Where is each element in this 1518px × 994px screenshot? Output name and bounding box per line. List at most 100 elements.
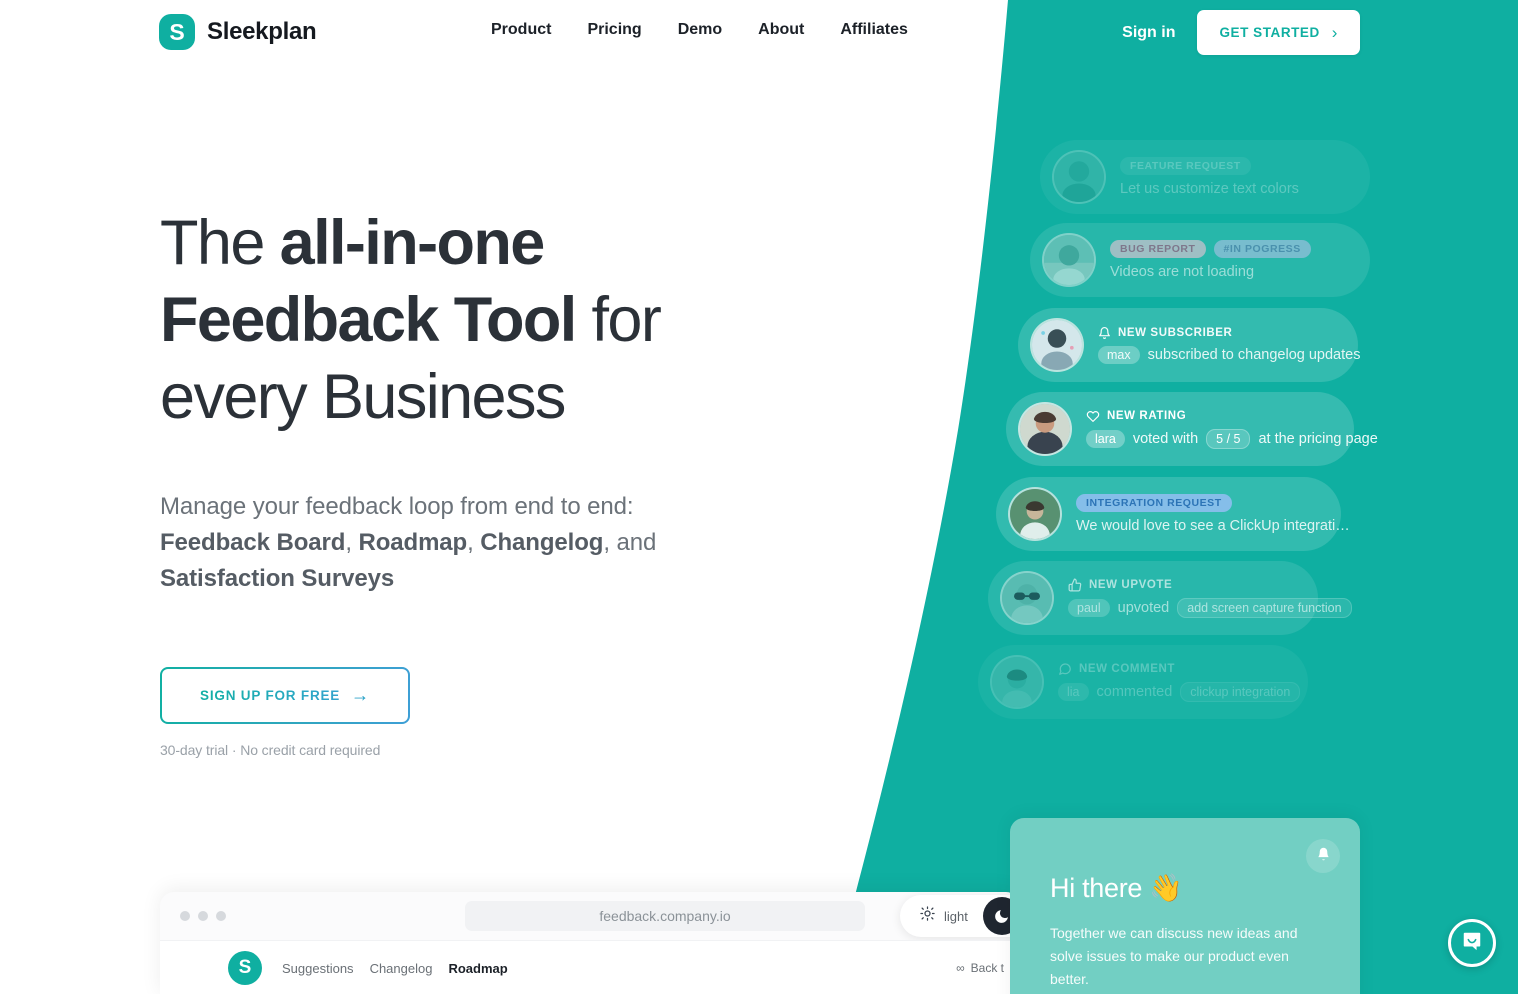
subtitle-sep-1: ,: [345, 529, 359, 556]
address-bar[interactable]: feedback.company.io: [465, 901, 865, 931]
message-post: at the pricing page: [1258, 430, 1378, 447]
window-controls: [180, 911, 226, 921]
nav-link-pricing[interactable]: Pricing: [587, 21, 641, 39]
event-label: NEW UPVOTE: [1089, 579, 1173, 591]
notification-card[interactable]: NEW UPVOTE paul upvoted add screen captu…: [988, 561, 1352, 635]
event-label-wrap: NEW UPVOTE: [1068, 578, 1172, 592]
topic-pill: clickup integration: [1180, 682, 1301, 702]
notification-header: NEW SUBSCRIBER: [1098, 326, 1332, 340]
notification-card[interactable]: NEW RATING lara voted with 5 / 5 at the …: [1006, 392, 1378, 466]
top-navigation: S Sleekplan Product Pricing Demo About A…: [0, 0, 1518, 66]
notification-body: NEW RATING lara voted with 5 / 5 at the …: [1086, 410, 1378, 449]
brand-name: Sleekplan: [207, 18, 317, 45]
subtitle-sep-3: , and: [603, 529, 657, 556]
user-pill: paul: [1068, 599, 1110, 617]
hero-subtitle: Manage your feedback loop from end to en…: [160, 489, 780, 597]
progress-badge: #IN POGRESS: [1213, 240, 1311, 258]
hero-section: The all-in-one Feedback Tool for every B…: [160, 205, 780, 758]
minimize-dot-icon[interactable]: [198, 911, 208, 921]
page-root: S Sleekplan Product Pricing Demo About A…: [0, 0, 1518, 994]
site-tabs: Suggestions Changelog Roadmap: [282, 961, 508, 976]
notification-body: BUG REPORT #IN POGRESS Videos are not lo…: [1110, 240, 1311, 280]
notification-message: Let us customize text colors: [1120, 181, 1299, 197]
sun-icon: [920, 906, 935, 926]
tab-roadmap[interactable]: Roadmap: [448, 961, 507, 976]
sleekplan-site-logo-icon: S: [228, 951, 262, 985]
subtitle-roadmap: Roadmap: [358, 529, 468, 556]
avatar: [1018, 402, 1072, 456]
notification-message: lara voted with 5 / 5 at the pricing pag…: [1086, 428, 1378, 449]
subtitle-feedback-board: Feedback Board: [160, 529, 346, 556]
nav-actions: Sign in GET STARTED ›: [1122, 10, 1360, 55]
user-pill: lara: [1086, 429, 1125, 448]
notification-card[interactable]: BUG REPORT #IN POGRESS Videos are not lo…: [1030, 223, 1370, 297]
bell-icon: [1098, 326, 1111, 340]
theme-toggle-label: light: [944, 908, 968, 924]
notification-card[interactable]: NEW COMMENT lia commented clickup integr…: [978, 645, 1308, 719]
theme-toggle[interactable]: light: [900, 895, 1020, 937]
event-label-wrap: NEW SUBSCRIBER: [1098, 326, 1232, 340]
get-started-button[interactable]: GET STARTED ›: [1197, 10, 1360, 55]
user-pill: max: [1098, 346, 1140, 364]
notification-header: BUG REPORT #IN POGRESS: [1110, 240, 1311, 258]
tab-suggestions[interactable]: Suggestions: [282, 961, 354, 976]
notification-body: NEW COMMENT lia commented clickup integr…: [1058, 662, 1301, 702]
back-label: Back t: [970, 961, 1004, 975]
notification-bell-button[interactable]: [1306, 839, 1340, 873]
avatar: [990, 655, 1044, 709]
status-badge: FEATURE REQUEST: [1120, 157, 1251, 175]
notification-body: NEW UPVOTE paul upvoted add screen captu…: [1068, 578, 1352, 618]
chat-launcher-button[interactable]: [1448, 919, 1496, 967]
notification-header: FEATURE REQUEST: [1120, 157, 1299, 175]
subtitle-changelog: Changelog: [480, 529, 604, 556]
notification-card[interactable]: FEATURE REQUEST Let us customize text co…: [1040, 140, 1370, 214]
status-badge: INTEGRATION REQUEST: [1076, 494, 1232, 512]
nav-link-about[interactable]: About: [758, 21, 804, 39]
notification-body: INTEGRATION REQUEST We would love to see…: [1076, 494, 1350, 534]
page-title: The all-in-one Feedback Tool for every B…: [160, 205, 780, 436]
topic-pill: add screen capture function: [1177, 598, 1352, 618]
notification-message: Videos are not loading: [1110, 264, 1255, 280]
message-text: subscribed to changelog updates: [1147, 347, 1361, 363]
cta-note: 30-day trial · No credit card required: [160, 742, 381, 758]
bell-icon: [1316, 846, 1331, 867]
notification-card[interactable]: INTEGRATION REQUEST We would love to see…: [996, 477, 1350, 551]
browser-mockup: feedback.company.io light S Suggestions …: [160, 892, 1020, 994]
notification-header: NEW UPVOTE: [1068, 578, 1292, 592]
nav-link-affiliates[interactable]: Affiliates: [840, 21, 908, 39]
comment-icon: [1058, 662, 1072, 676]
close-dot-icon[interactable]: [180, 911, 190, 921]
event-label: NEW SUBSCRIBER: [1118, 327, 1233, 339]
message-pre: commented: [1096, 684, 1173, 700]
chat-title: Hi there 👋: [1050, 873, 1183, 903]
brand-logo[interactable]: S Sleekplan: [159, 14, 317, 50]
user-pill: lia: [1058, 683, 1089, 701]
sign-in-link[interactable]: Sign in: [1122, 24, 1175, 42]
chat-body-text: Together we can discuss new ideas and so…: [1050, 925, 1298, 987]
maximize-dot-icon[interactable]: [216, 911, 226, 921]
nav-link-product[interactable]: Product: [491, 21, 551, 39]
sign-up-for-free-button[interactable]: SIGN UP FOR FREE →: [160, 667, 410, 724]
cta-block: SIGN UP FOR FREE → 30-day trial · No cre…: [160, 667, 780, 758]
event-label-wrap: NEW COMMENT: [1058, 662, 1175, 676]
tab-changelog[interactable]: Changelog: [370, 961, 433, 976]
chevron-right-icon: ›: [1331, 22, 1338, 42]
avatar: [1000, 571, 1054, 625]
notification-card[interactable]: NEW SUBSCRIBER max subscribed to changel…: [1018, 308, 1360, 382]
subtitle-surveys: Satisfaction Surveys: [160, 565, 395, 592]
notification-message: We would love to see a ClickUp integrati…: [1076, 518, 1350, 534]
avatar: [1030, 318, 1084, 372]
browser-page-header: S Suggestions Changelog Roadmap ∞ Back t: [160, 940, 1020, 994]
notification-body: NEW SUBSCRIBER max subscribed to changel…: [1098, 326, 1360, 364]
rating-badge: 5 / 5: [1206, 428, 1251, 449]
avatar: [1008, 487, 1062, 541]
nav-link-demo[interactable]: Demo: [678, 21, 722, 39]
status-badge: BUG REPORT: [1110, 240, 1206, 258]
event-label: NEW COMMENT: [1079, 663, 1176, 675]
get-started-label: GET STARTED: [1219, 25, 1320, 40]
back-to-site-link[interactable]: ∞ Back t: [956, 961, 1004, 975]
notification-message: max subscribed to changelog updates: [1098, 346, 1360, 364]
headline-part1: The: [160, 208, 280, 278]
cta-label: SIGN UP FOR FREE: [200, 688, 341, 703]
subtitle-sep-2: ,: [467, 529, 481, 556]
